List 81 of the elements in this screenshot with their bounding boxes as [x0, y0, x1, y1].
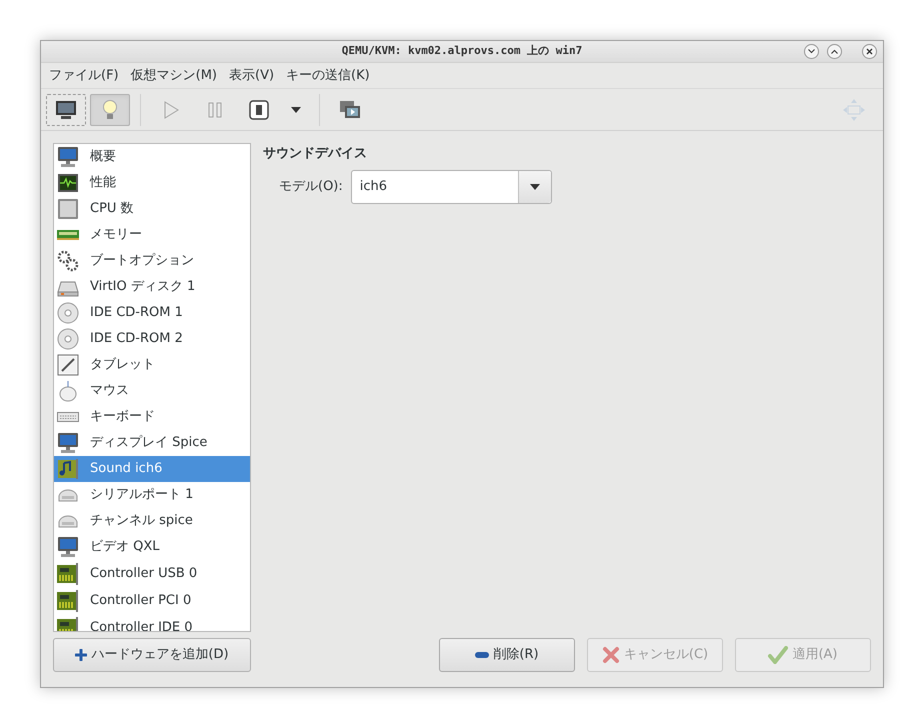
hardware-list-item[interactable]: 性能	[54, 170, 250, 196]
hardware-list-item[interactable]: VirtIO ディスク 1	[54, 274, 250, 300]
hardware-list-item[interactable]: Controller IDE 0	[54, 614, 250, 631]
model-label: モデル(O):	[279, 178, 343, 196]
pause-icon	[208, 102, 222, 118]
tablet-icon	[56, 353, 80, 377]
close-icon	[602, 646, 620, 664]
item-label: Controller PCI 0	[90, 592, 192, 610]
lightbulb-icon	[102, 98, 118, 120]
hardware-list-item[interactable]: ビデオ QXL	[54, 534, 250, 560]
item-label: シリアルポート 1	[90, 486, 194, 504]
monitor-icon	[56, 431, 80, 455]
caret-icon	[290, 106, 302, 114]
hardware-list-item[interactable]: 概要	[54, 144, 250, 170]
hardware-list-item[interactable]: チャンネル spice	[54, 508, 250, 534]
disc-icon	[56, 301, 80, 325]
expansion-card-icon	[56, 588, 80, 612]
item-label: Controller IDE 0	[90, 618, 193, 631]
chip-icon	[56, 197, 80, 221]
item-label: メモリー	[90, 226, 142, 244]
chevron-up-icon	[831, 49, 838, 54]
hardware-list-item[interactable]: ブートオプション	[54, 248, 250, 274]
close-icon	[866, 48, 873, 55]
minimize-button[interactable]	[804, 44, 819, 59]
item-label: ビデオ QXL	[90, 538, 160, 556]
hardware-list-item[interactable]: タブレット	[54, 352, 250, 378]
item-label: チャンネル spice	[90, 512, 193, 530]
item-label: Controller USB 0	[90, 564, 198, 583]
item-label: Sound ich6	[90, 460, 162, 478]
close-button[interactable]	[862, 44, 877, 59]
toolbar-button[interactable]	[46, 94, 86, 126]
monitor-icon	[56, 145, 80, 169]
expansion-card-icon	[56, 562, 80, 586]
monitor-icon	[56, 535, 80, 559]
sound-card-icon	[56, 457, 80, 481]
maximize-button[interactable]	[827, 44, 842, 59]
item-label: マウス	[90, 382, 129, 400]
add-hardware-button[interactable]: ハードウェアを追加(D)	[53, 638, 251, 672]
hardware-list-item[interactable]: メモリー	[54, 222, 250, 248]
menu-item[interactable]: 仮想マシン(M)	[124, 66, 223, 86]
item-label: 概要	[90, 148, 116, 166]
item-label: タブレット	[90, 356, 155, 374]
hardware-list-item[interactable]: ディスプレイ Spice	[54, 430, 250, 456]
hardware-list-item[interactable]: IDE CD-ROM 1	[54, 300, 250, 326]
monitor-icon	[55, 100, 77, 120]
power-switch-icon	[249, 100, 269, 120]
play-icon	[163, 100, 179, 118]
minus-icon	[475, 652, 490, 658]
chevron-down-icon	[808, 49, 815, 54]
disc-icon	[56, 327, 80, 351]
item-label: ディスプレイ Spice	[90, 434, 208, 452]
graph-icon	[56, 171, 80, 195]
gears-icon	[56, 249, 80, 273]
model-value: ich6	[358, 178, 388, 196]
hardware-list-item[interactable]: IDE CD-ROM 2	[54, 326, 250, 352]
hardware-list-item[interactable]: CPU 数	[54, 196, 250, 222]
menu-item[interactable]: キーの送信(K)	[280, 66, 376, 86]
item-label: IDE CD-ROM 1	[90, 304, 183, 322]
menu-item[interactable]: 表示(V)	[223, 66, 280, 86]
item-label: ブートオプション	[90, 252, 194, 270]
hardware-list-item[interactable]: マウス	[54, 378, 250, 404]
window-title: QEMU/KVM: kvm02.alprovs.com 上の win7	[342, 43, 582, 60]
item-label: CPU 数	[90, 200, 134, 218]
hardware-list-item[interactable]: シリアルポート 1	[54, 482, 250, 508]
fullscreen-icon	[842, 98, 866, 122]
caret-icon	[530, 184, 540, 190]
section-heading: サウンドデバイス	[263, 145, 368, 163]
checkmark-icon	[768, 646, 788, 664]
item-label: IDE CD-ROM 2	[90, 330, 183, 348]
hardware-list-item[interactable]: キーボード	[54, 404, 250, 430]
item-label: VirtIO ディスク 1	[90, 278, 196, 296]
screens-icon	[339, 100, 361, 120]
remove-button[interactable]: 削除(R)	[439, 638, 575, 672]
menu-item[interactable]: ファイル(F)	[43, 66, 125, 86]
model-dropdown[interactable]: ich6	[350, 170, 552, 204]
hardware-list-item[interactable]: Controller USB 0	[54, 560, 250, 587]
hardware-list-item[interactable]: Controller PCI 0	[54, 587, 250, 614]
item-label: キーボード	[90, 408, 155, 426]
plus-icon	[75, 649, 88, 661]
keyboard-icon	[57, 412, 79, 422]
item-label: 性能	[90, 174, 116, 192]
